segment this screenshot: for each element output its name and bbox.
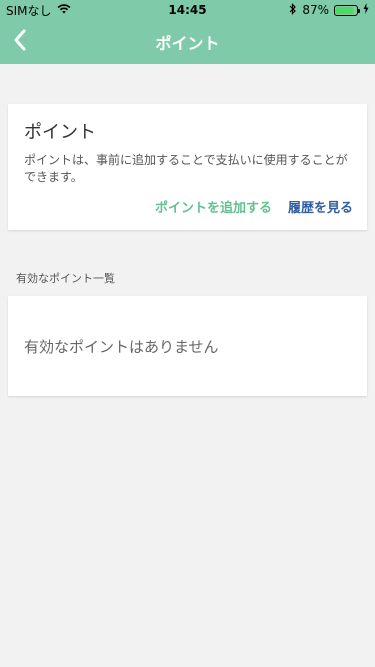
bluetooth-icon [289,2,297,18]
valid-points-list-card: 有効なポイントはありません [8,296,367,396]
nav-bar: ポイント [0,20,375,64]
points-card-description: ポイントは、事前に追加することで支払いに使用することができます。 [24,153,348,184]
battery-fill [336,6,354,14]
chevron-left-icon [13,29,27,55]
valid-points-section-label: 有効なポイント一覧 [16,272,115,285]
carrier-label: SIMなし [6,3,52,18]
battery-icon [334,4,360,16]
status-left: SIMなし [6,2,71,19]
charging-icon [363,3,369,17]
empty-state-text: 有効なポイントはありません [24,337,219,356]
view-history-button[interactable]: 履歴を見る [288,197,353,216]
battery-percent: 87% [302,3,329,17]
add-points-button[interactable]: ポイントを追加する [155,197,272,216]
back-button[interactable] [6,28,34,56]
status-right: 87% [289,2,369,18]
page-title: ポイント [155,34,220,53]
wifi-icon [57,3,71,17]
status-bar: SIMなし 14:45 87% [0,0,375,20]
points-info-card: ポイント ポイントは、事前に追加することで支払いに使用することができます。 ポイ… [8,104,367,230]
points-card-actions: ポイントを追加する 履歴を見る [155,197,353,216]
points-card-title: ポイント [24,122,96,143]
